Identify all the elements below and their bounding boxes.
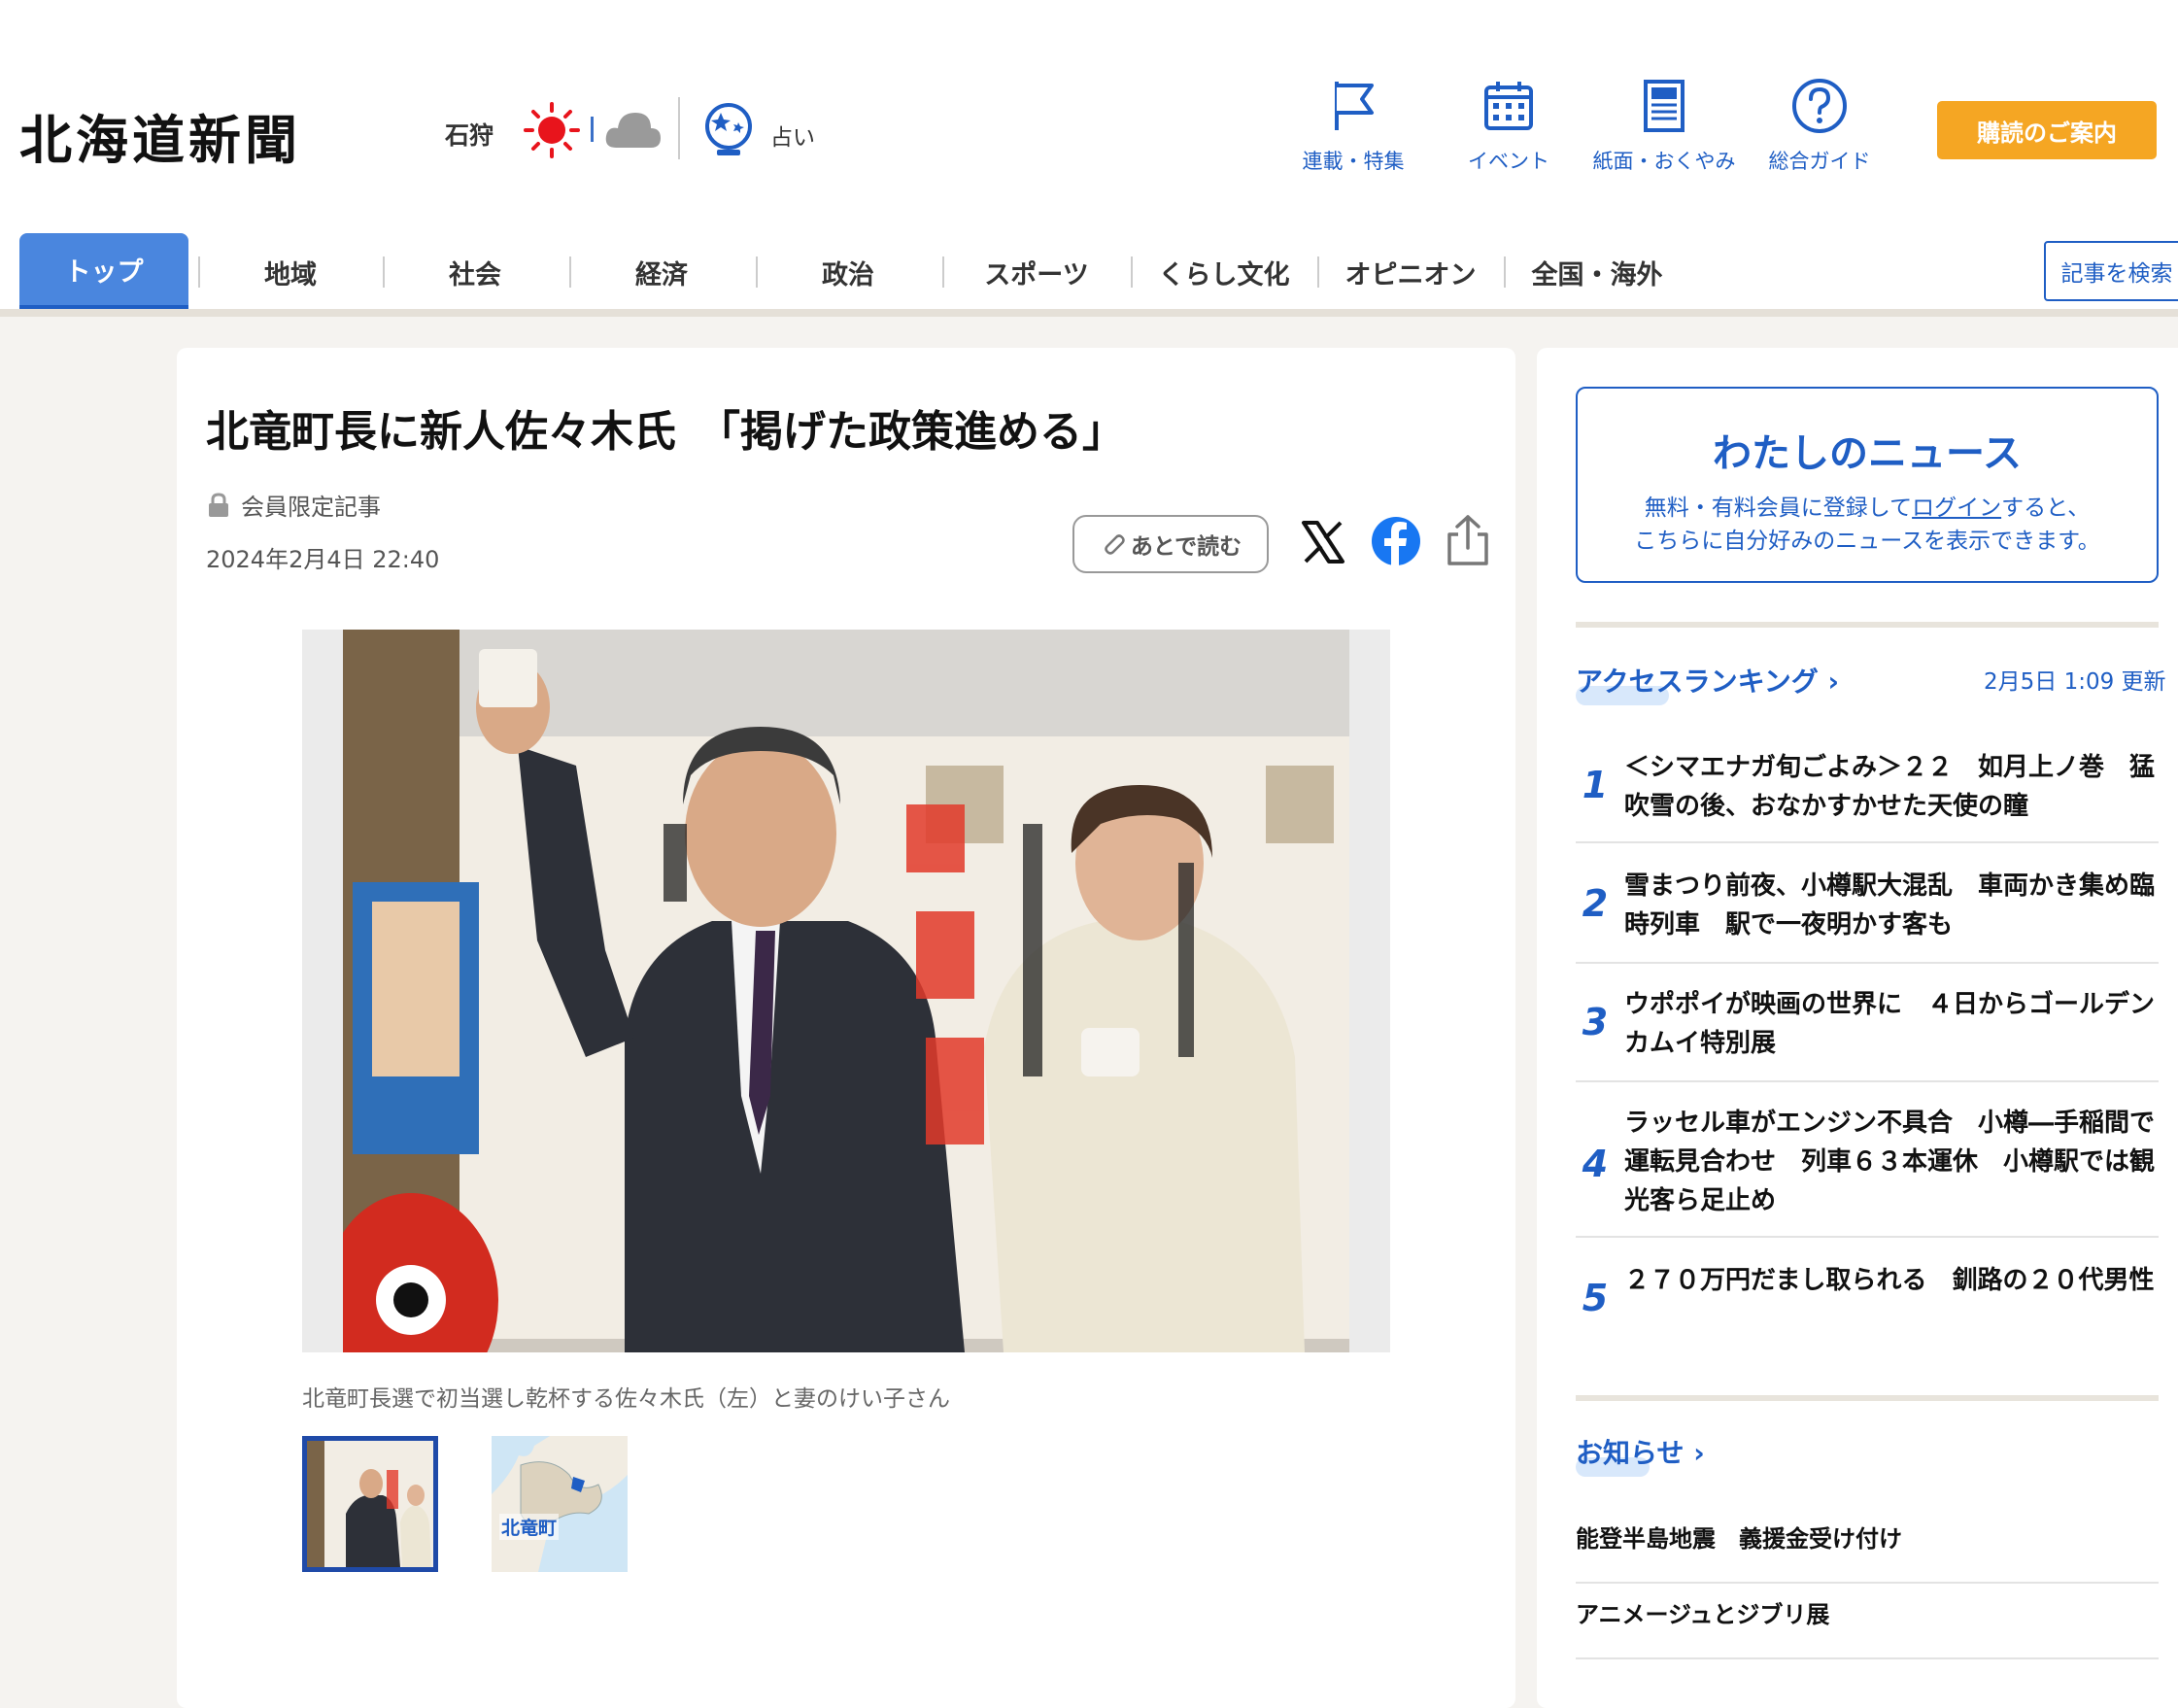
quick-link-paper[interactable]: 紙面・おくやみ <box>1591 76 1737 175</box>
my-news-desc-text: 無料・有料会員に登録して <box>1644 495 1913 521</box>
my-news-box: わたしのニュース 無料・有料会員に登録してログインすると、 こちらに自分好みのニ… <box>1576 387 2159 583</box>
ranking-title: ２７０万円だまし取られる 釧路の２０代男性 <box>1624 1266 2155 1295</box>
notice-item[interactable]: アニメージュとジブリ展 <box>1576 1595 2159 1659</box>
site-logo[interactable]: 北海道新聞 <box>19 97 301 174</box>
article-date: 2024年2月4日 22:40 <box>206 546 440 573</box>
ranking-title: ＜シマエナガ旬ごよみ＞２２ 如月上ノ巻 猛吹雪の後、おなかすかせた天使の瞳 <box>1624 753 2156 821</box>
ranking-item[interactable]: 5 ２７０万円だまし取られる 釧路の２０代男性 <box>1576 1257 2159 1358</box>
quick-link-label: 連載・特集 <box>1302 150 1405 173</box>
weather-region[interactable]: 石狩 <box>445 117 493 152</box>
quick-link-series[interactable]: 連載・特集 <box>1280 76 1426 175</box>
header-divider <box>678 97 680 159</box>
photo-caption: 北竜町長選で初当選し乾杯する佐々木氏（左）と妻のけい子さん <box>302 1386 950 1412</box>
ranking-number: 3 <box>1582 1001 1609 1043</box>
map-thumbnail[interactable]: 北竜町 <box>492 1436 628 1572</box>
notice-item[interactable]: 能登半島地震 義援金受け付け <box>1576 1520 2159 1584</box>
subscribe-button[interactable]: 購読のご案内 <box>1937 101 2157 159</box>
ranking-number: 4 <box>1582 1143 1609 1185</box>
nav-tab-opinion[interactable]: オピニオン <box>1319 233 1502 311</box>
quick-link-guide[interactable]: 総合ガイド <box>1747 76 1892 175</box>
paperclip-icon <box>1105 534 1125 555</box>
fortune-link[interactable]: 占い <box>770 119 815 152</box>
read-later-button[interactable]: あとで読む <box>1072 515 1269 573</box>
nav-tab-region[interactable]: 地域 <box>200 233 381 311</box>
section-divider <box>1576 1395 2159 1401</box>
ranking-number: 2 <box>1582 882 1609 925</box>
read-later-label: あとで読む <box>1130 533 1242 559</box>
ranking-title: 雪まつり前夜、小樽駅大混乱 車両かき集め臨時列車 駅で一夜明かす客も <box>1624 871 2156 939</box>
member-only-text: 会員限定記事 <box>241 494 381 521</box>
hokkaido-map-image <box>492 1436 628 1572</box>
thumbnail-photo-image <box>307 1441 433 1567</box>
quick-link-events[interactable]: イベント <box>1436 76 1582 175</box>
flag-icon <box>1335 82 1374 130</box>
section-divider <box>1576 622 2159 628</box>
nav-underline <box>0 309 2178 317</box>
ranking-item[interactable]: 3 ウポポイが映画の世界に ４日からゴールデンカムイ特別展 <box>1576 981 2159 1082</box>
weather-divider <box>591 117 594 142</box>
map-label: 北竜町 <box>499 1514 560 1540</box>
nav-tab-society[interactable]: 社会 <box>385 233 565 311</box>
ranking-item[interactable]: 2 雪まつり前夜、小樽駅大混乱 車両かき集め臨時列車 駅で一夜明かす客も <box>1576 863 2159 964</box>
nav-tab-economy[interactable]: 経済 <box>571 233 752 311</box>
share-icon[interactable] <box>1444 513 1492 567</box>
nav-tab-politics[interactable]: 政治 <box>758 233 938 311</box>
ranking-number: 5 <box>1582 1277 1609 1319</box>
lock-icon <box>209 492 228 517</box>
ranking-heading[interactable]: アクセスランキング › <box>1576 661 1840 705</box>
my-news-desc-text: すると、 <box>2001 495 2091 521</box>
sidebar: わたしのニュース 無料・有料会員に登録してログインすると、 こちらに自分好みのニ… <box>1537 348 2178 1708</box>
nav-tab-culture[interactable]: くらし文化 <box>1133 233 1315 311</box>
facebook-share-icon[interactable] <box>1370 515 1422 567</box>
nav-tab-national[interactable]: 全国・海外 <box>1506 233 1688 311</box>
ranking-number: 1 <box>1582 764 1609 806</box>
main-nav: トップ 地域 社会 経済 政治 スポーツ くらし文化 オピニオン 全国・海外 <box>0 233 2178 315</box>
ranking-item[interactable]: 4 ラッセル車がエンジン不具合 小樽―手稲間で運転見合わせ 列車６３本運休 小樽… <box>1576 1100 2159 1238</box>
member-only-label: 会員限定記事 <box>206 488 381 522</box>
article-search-button[interactable]: 記事を検索 <box>2044 241 2178 301</box>
photo-thumbnail-selected[interactable] <box>302 1436 438 1572</box>
quick-link-label: 総合ガイド <box>1768 150 1871 173</box>
quick-link-label: イベント <box>1468 150 1549 173</box>
chevron-right-icon: › <box>1693 1437 1705 1469</box>
article-panel: 北竜町長に新人佐々木氏 「掲げた政策進める」 会員限定記事 2024年2月4日 … <box>177 348 1515 1708</box>
chevron-right-icon: › <box>1827 666 1840 698</box>
my-news-title: わたしのニュース <box>1713 431 2022 476</box>
nav-tab-top[interactable]: トップ <box>19 233 188 311</box>
login-link[interactable]: ログイン <box>1912 495 2001 521</box>
cloud-icon[interactable] <box>602 105 663 154</box>
ranking-item[interactable]: 1 ＜シマエナガ旬ごよみ＞２２ 如月上ノ巻 猛吹雪の後、おなかすかせた天使の瞳 <box>1576 746 2159 843</box>
ranking-title: ウポポイが映画の世界に ４日からゴールデンカムイ特別展 <box>1624 990 2156 1058</box>
ranking-title: ラッセル車がエンジン不具合 小樽―手稲間で運転見合わせ 列車６３本運休 小樽駅で… <box>1624 1109 2156 1215</box>
fortune-crystal-ball-icon[interactable] <box>699 99 758 159</box>
nav-tab-sports[interactable]: スポーツ <box>944 233 1129 311</box>
photo-scene <box>343 630 1349 1352</box>
ranking-heading-text: アクセスランキング <box>1576 666 1819 698</box>
article-title: 北竜町長に新人佐々木氏 「掲げた政策進める」 <box>206 407 1125 457</box>
article-photo[interactable] <box>302 630 1390 1352</box>
sun-icon[interactable] <box>523 101 581 159</box>
my-news-description: 無料・有料会員に登録してログインすると、 こちらに自分好みのニュースを表示できま… <box>1578 492 2157 558</box>
x-share-icon[interactable] <box>1298 517 1348 567</box>
notices-heading[interactable]: お知らせ › <box>1576 1432 1705 1477</box>
my-news-desc-text: こちらに自分好みのニュースを表示できます。 <box>1634 529 2100 554</box>
newspaper-icon <box>1644 80 1685 132</box>
calendar-icon <box>1484 82 1533 130</box>
notices-heading-text: お知らせ <box>1576 1437 1685 1469</box>
help-icon <box>1792 79 1847 133</box>
quick-link-label: 紙面・おくやみ <box>1592 150 1736 173</box>
ranking-updated-time: 2月5日 1:09 更新 <box>1984 669 2166 695</box>
